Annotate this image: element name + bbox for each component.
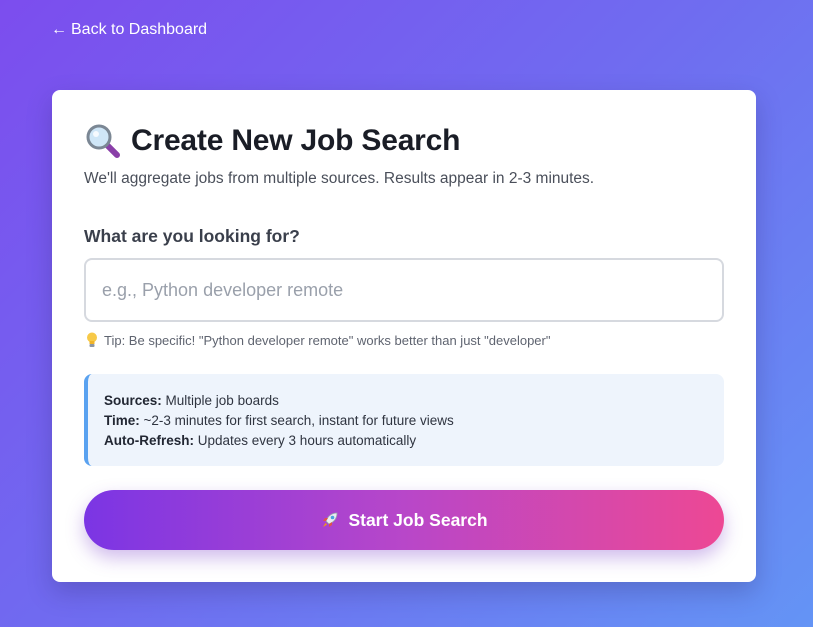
page-subtitle: We'll aggregate jobs from multiple sourc… bbox=[84, 170, 595, 187]
info-time-line: Time: ~2-3 minutes for first search, ins… bbox=[104, 411, 708, 431]
lightbulb-icon bbox=[87, 332, 97, 347]
info-sources-value: Multiple job boards bbox=[161, 393, 279, 408]
info-sources-label: Sources: bbox=[104, 393, 162, 408]
search-query-input[interactable] bbox=[84, 258, 724, 322]
title-row: Create New Job Search bbox=[85, 123, 460, 159]
back-link-label: Back to Dashboard bbox=[71, 21, 208, 38]
info-refresh-line: Auto-Refresh: Updates every 3 hours auto… bbox=[104, 431, 708, 451]
page-title: Create New Job Search bbox=[131, 124, 461, 157]
info-sources-line: Sources: Multiple job boards bbox=[104, 391, 708, 411]
back-arrow-icon: ← bbox=[51, 21, 67, 38]
back-to-dashboard-link[interactable]: ← Back to Dashboard bbox=[51, 21, 207, 39]
search-field-label: What are you looking for? bbox=[84, 226, 300, 246]
start-job-search-button[interactable]: Start Job Search bbox=[84, 490, 724, 550]
info-time-value: ~2-3 minutes for first search, instant f… bbox=[139, 413, 454, 428]
magnifying-glass-icon bbox=[86, 124, 120, 158]
start-button-label: Start Job Search bbox=[348, 509, 488, 530]
info-box: Sources: Multiple job boards Time: ~2-3 … bbox=[84, 374, 724, 466]
search-tip: Tip: Be specific! "Python developer remo… bbox=[86, 332, 550, 348]
tip-text: Tip: Be specific! "Python developer remo… bbox=[104, 332, 551, 348]
info-refresh-label: Auto-Refresh: bbox=[104, 433, 194, 448]
rocket-icon bbox=[323, 512, 338, 527]
job-search-card: Create New Job Search We'll aggregate jo… bbox=[52, 90, 756, 582]
info-refresh-value: Updates every 3 hours automatically bbox=[194, 433, 417, 448]
info-time-label: Time: bbox=[104, 413, 140, 428]
